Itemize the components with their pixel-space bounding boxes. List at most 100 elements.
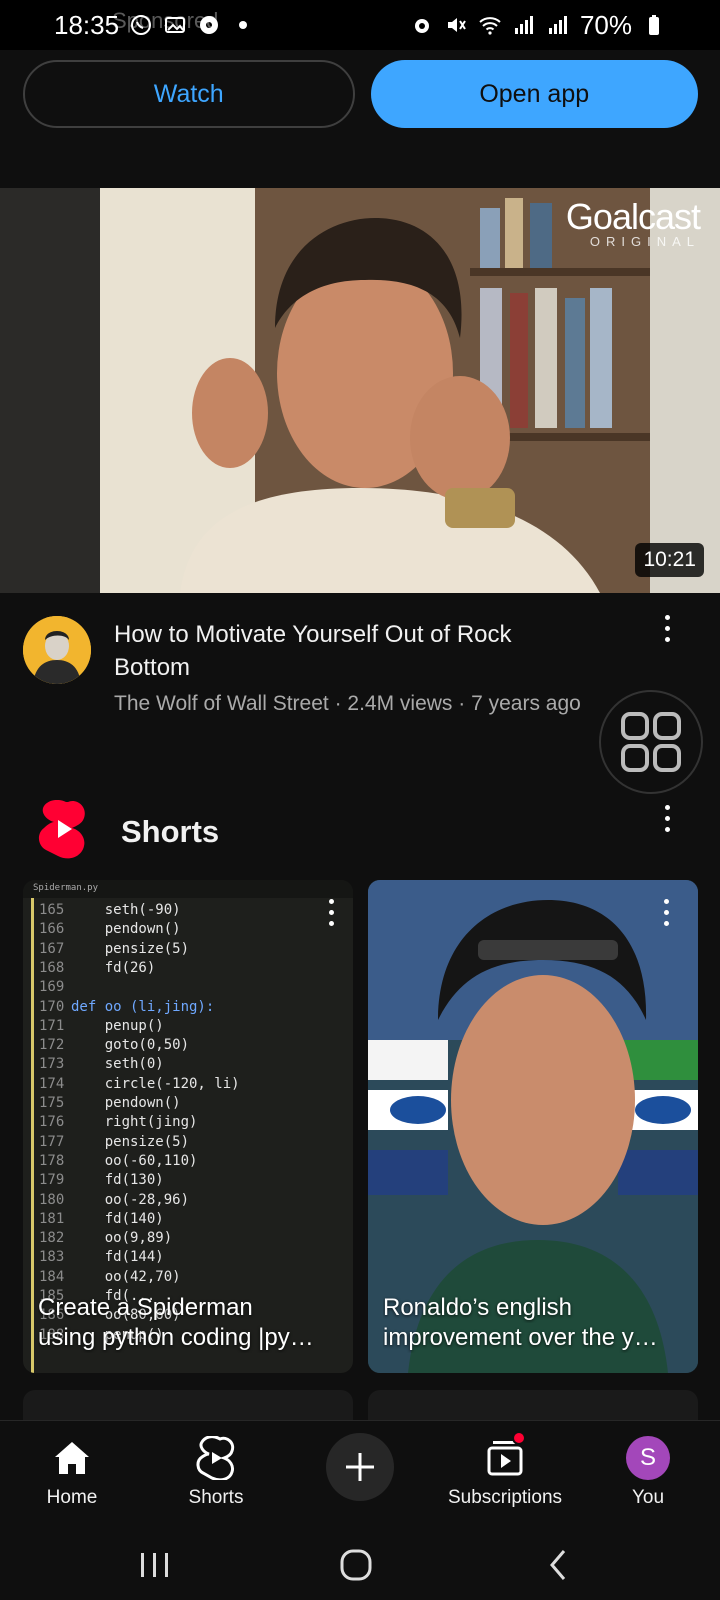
- code-line-text: fd(130): [71, 1172, 164, 1189]
- code-line: 170 def oo (li,jing):: [39, 999, 214, 1018]
- bottom-navigation: Home Shorts Subscriptions S You: [0, 1420, 720, 1530]
- code-line-text: seth(-90): [71, 902, 181, 918]
- video-title[interactable]: How to Motivate Yourself Out of Rock Bot…: [114, 618, 634, 684]
- video-title-line: How to Motivate Yourself Out of Rock: [114, 621, 512, 648]
- shorts-icon: [196, 1433, 236, 1483]
- code-line-number: 168: [39, 959, 65, 976]
- code-line: 175 pendown(): [39, 1095, 181, 1114]
- code-line: 176 right(jing): [39, 1114, 197, 1133]
- plus-icon: [346, 1453, 374, 1481]
- watch-button[interactable]: Watch: [23, 60, 355, 128]
- code-line: 174 circle(-120, li): [39, 1076, 240, 1095]
- grid-icon: [621, 712, 681, 772]
- code-line-text: fd(26): [71, 959, 156, 976]
- code-line-number: 183: [39, 1249, 65, 1266]
- you-avatar: S: [626, 1436, 670, 1480]
- shorts-section-title: Shorts: [121, 814, 220, 849]
- shorts-section-header: Shorts: [0, 800, 720, 870]
- battery-percent: 70%: [579, 9, 632, 40]
- code-line: 172 goto(0,50): [39, 1037, 189, 1056]
- nav-shorts[interactable]: Shorts: [178, 1433, 254, 1509]
- signal-icon: [512, 13, 536, 37]
- channel-avatar[interactable]: [23, 616, 91, 684]
- brand-name: Goalcast: [565, 196, 701, 237]
- code-line-text: def oo (li,jing):: [71, 998, 215, 1015]
- home-circle-icon: [340, 1549, 372, 1581]
- code-line-text: fd(140): [71, 1210, 164, 1227]
- short-card[interactable]: Ronaldo’s english improvement over the y…: [368, 880, 698, 1373]
- system-navigation-bar: [0, 1530, 720, 1600]
- code-line: 181 fd(140): [39, 1211, 164, 1230]
- short-card[interactable]: Spiderman.py 165 seth(-90) 166 pendown() 1…: [23, 880, 353, 1373]
- short-title: Ronaldo’s english improvement over the y…: [383, 1293, 683, 1353]
- video-metadata: The Wolf of Wall Street · 2.4M views · 7…: [114, 692, 581, 715]
- signal-icon: [546, 13, 570, 37]
- open-app-button[interactable]: Open app: [370, 60, 698, 128]
- code-line: 183 fd(144): [39, 1249, 164, 1268]
- nav-shorts-label: Shorts: [188, 1487, 244, 1508]
- goalcast-brand: Goalcast ORIGINAL: [565, 196, 701, 249]
- video-duration: 10:21: [635, 543, 704, 577]
- code-line-number: 177: [39, 1133, 65, 1150]
- short-title-line: using python coding |py…: [38, 1324, 314, 1351]
- code-line-text: oo(42,70): [71, 1268, 181, 1285]
- short-title: Create a Spiderman using python coding |…: [38, 1293, 338, 1353]
- short-card-peek[interactable]: [368, 1390, 698, 1420]
- short-title-line: Create a Spiderman: [38, 1294, 253, 1321]
- code-line: 182 oo(9,89): [39, 1230, 172, 1249]
- nav-you-label: You: [631, 1487, 665, 1508]
- status-time: 18:35: [54, 9, 120, 40]
- nav-you[interactable]: S You: [610, 1433, 686, 1509]
- short-title-line: improvement over the y…: [383, 1324, 658, 1351]
- code-line-number: 180: [39, 1191, 65, 1208]
- code-line-text: oo(-28,96): [71, 1191, 190, 1208]
- back-button[interactable]: [528, 1540, 588, 1590]
- you-avatar-wrap: S: [626, 1433, 670, 1483]
- short-card-peek[interactable]: [23, 1390, 353, 1420]
- video-title-line: Bottom: [114, 654, 191, 681]
- code-line: 184 oo(42,70): [39, 1269, 181, 1288]
- dot-icon: [231, 13, 255, 37]
- recent-apps-button[interactable]: [125, 1540, 185, 1590]
- nav-home-label: Home: [46, 1487, 98, 1508]
- code-line-number: 170: [39, 998, 65, 1015]
- code-editor-tab: Spiderman.py: [23, 880, 353, 898]
- short-more-menu-icon[interactable]: [656, 894, 676, 930]
- code-line-text: right(jing): [71, 1114, 198, 1131]
- code-gutter-line: [31, 898, 34, 1373]
- floating-grid-button[interactable]: [599, 690, 703, 794]
- nav-subscriptions[interactable]: Subscriptions: [440, 1433, 570, 1509]
- nav-home[interactable]: Home: [34, 1433, 110, 1509]
- code-line: 168 fd(26): [39, 960, 155, 979]
- shorts-more-menu-icon[interactable]: [657, 800, 677, 836]
- code-line-text: pendown(): [71, 921, 181, 938]
- code-line-text: oo(9,89): [71, 1230, 173, 1247]
- code-line-number: 173: [39, 1056, 65, 1073]
- code-line-text: seth(0): [71, 1056, 164, 1073]
- short-more-menu-icon[interactable]: [321, 894, 341, 930]
- code-line-number: 172: [39, 1037, 65, 1054]
- code-line-text: oo(-60,110): [71, 1152, 198, 1169]
- ad-action-buttons: Watch Open app: [23, 60, 698, 128]
- code-line: 165 seth(-90): [39, 902, 181, 921]
- code-line-number: 184: [39, 1268, 65, 1285]
- video-thumbnail[interactable]: Goalcast ORIGINAL 10:21: [0, 188, 720, 593]
- code-line-number: 175: [39, 1095, 65, 1111]
- channel-avatar-image: [23, 616, 91, 684]
- video-more-menu-icon[interactable]: [657, 610, 677, 646]
- code-line-number: 178: [39, 1152, 65, 1169]
- home-system-button[interactable]: [326, 1540, 386, 1590]
- code-line: 166 pendown(): [39, 921, 181, 940]
- code-line-text: pensize(5): [71, 940, 190, 957]
- code-line-number: 167: [39, 940, 65, 957]
- code-line: 177 pensize(5): [39, 1134, 189, 1153]
- create-button[interactable]: [326, 1433, 394, 1501]
- recent-apps-icon: [141, 1553, 168, 1577]
- code-line-text: penup(): [71, 1017, 164, 1034]
- code-line-number: 166: [39, 921, 65, 938]
- nav-subscriptions-label: Subscriptions: [447, 1487, 563, 1508]
- code-line-number: 174: [39, 1075, 65, 1092]
- status-right: 70%: [410, 10, 666, 41]
- sponsored-label: Sponsored: [112, 8, 219, 33]
- shorts-logo-icon: [39, 800, 85, 859]
